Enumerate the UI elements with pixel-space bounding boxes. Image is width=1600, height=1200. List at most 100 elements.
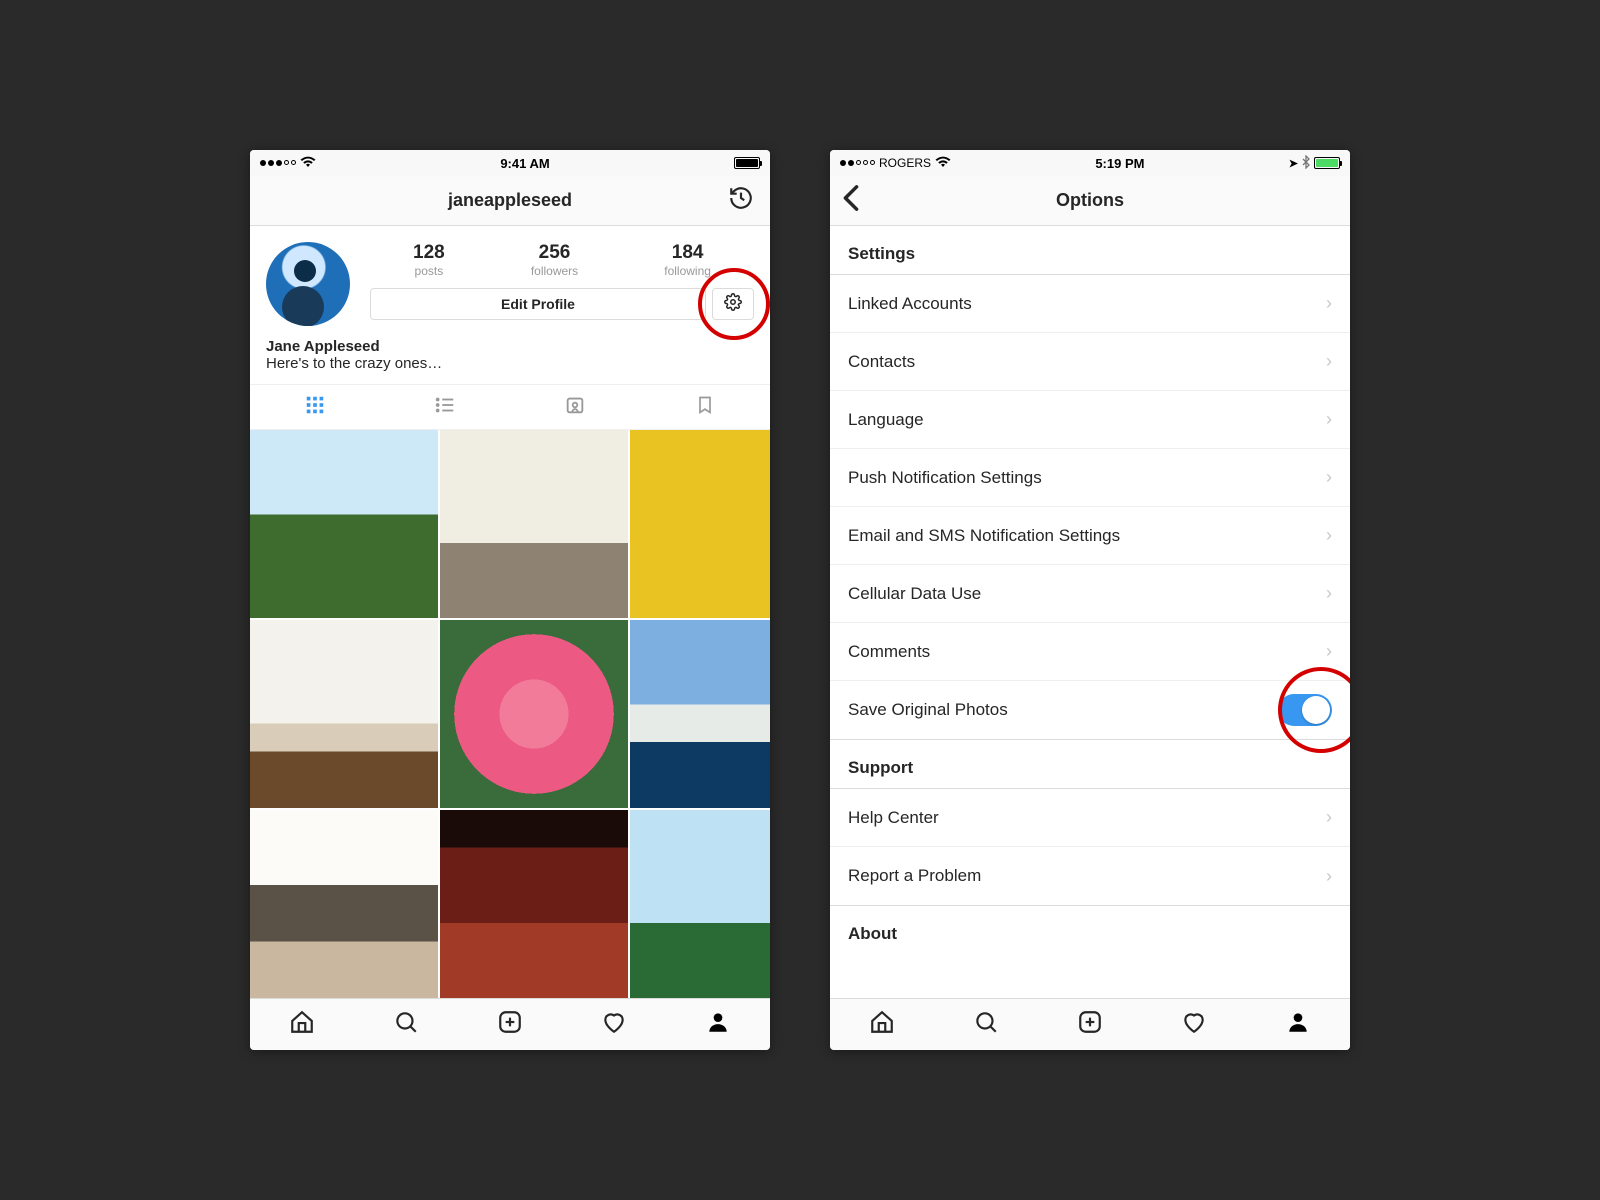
back-button[interactable] [842,184,860,217]
signal-dots-icon [260,160,296,166]
chevron-right-icon: › [1326,351,1332,372]
profile-screen: 9:41 AM janeappleseed 128 posts 256 foll… [250,150,770,1050]
bio-text: Here's to the crazy ones… [266,355,754,372]
row-save-original-photos[interactable]: Save Original Photos [830,681,1350,739]
tab-search[interactable] [972,1011,1000,1039]
row-help-center[interactable]: Help Center› [830,789,1350,847]
row-push-notifications[interactable]: Push Notification Settings › [830,449,1350,507]
tab-add[interactable] [1076,1011,1104,1039]
row-label: Push Notification Settings [848,468,1042,488]
posts-count: 128 [413,242,445,264]
chevron-right-icon: › [1326,583,1332,604]
photo-thumbnail[interactable] [440,430,628,618]
photo-thumbnail[interactable] [630,620,770,808]
posts-label: posts [413,264,445,278]
row-label: Language [848,410,924,430]
row-label: Comments [848,642,930,662]
chevron-right-icon: › [1326,293,1332,314]
row-label: Cellular Data Use [848,584,981,604]
home-icon [869,1009,895,1040]
page-title: janeappleseed [448,190,572,211]
tab-home[interactable] [868,1011,896,1039]
photo-thumbnail[interactable] [630,430,770,618]
list-icon [434,394,456,421]
row-linked-accounts[interactable]: Linked Accounts › [830,275,1350,333]
followers-label: followers [531,264,578,278]
display-name: Jane Appleseed [266,338,754,355]
photo-thumbnail[interactable] [250,430,438,618]
followers-count: 256 [531,242,578,264]
photo-thumbnail[interactable] [250,620,438,808]
settings-button[interactable] [712,288,754,320]
profile-icon [705,1009,731,1040]
nav-bar: janeappleseed [250,176,770,226]
home-icon [289,1009,315,1040]
row-label: Save Original Photos [848,700,1008,720]
chevron-right-icon: › [1326,409,1332,430]
bottom-tab-bar [830,998,1350,1050]
status-bar: 9:41 AM [250,150,770,176]
tab-saved[interactable] [640,385,770,429]
tab-profile[interactable] [704,1011,732,1039]
row-label: Contacts [848,352,915,372]
tab-activity[interactable] [1180,1011,1208,1039]
tab-home[interactable] [288,1011,316,1039]
edit-profile-button[interactable]: Edit Profile [370,288,706,320]
grid-icon [304,394,326,421]
heart-icon [601,1009,627,1040]
signal-dots-icon [840,160,875,166]
add-icon [1077,1009,1103,1040]
row-contacts[interactable]: Contacts › [830,333,1350,391]
status-time: 5:19 PM [1095,156,1144,171]
bookmark-icon [695,393,715,422]
section-header-settings: Settings [830,226,1350,274]
following-count: 184 [664,242,711,264]
tagged-icon [564,394,586,421]
tab-add[interactable] [496,1011,524,1039]
row-label: Report a Problem [848,866,981,886]
options-screen: ROGERS 5:19 PM ➤ Options Settings Linked… [830,150,1350,1050]
chevron-right-icon: › [1326,467,1332,488]
avatar[interactable] [266,242,350,326]
row-comments[interactable]: Comments › [830,623,1350,681]
row-report-problem[interactable]: Report a Problem› [830,847,1350,905]
history-icon[interactable] [728,185,754,216]
tab-grid[interactable] [250,385,380,429]
photo-thumbnail[interactable] [440,810,628,998]
row-email-sms-notifications[interactable]: Email and SMS Notification Settings › [830,507,1350,565]
photo-thumbnail[interactable] [250,810,438,998]
following-label: following [664,264,711,278]
profile-icon [1285,1009,1311,1040]
tab-list[interactable] [380,385,510,429]
chevron-right-icon: › [1326,525,1332,546]
heart-icon [1181,1009,1207,1040]
row-language[interactable]: Language › [830,391,1350,449]
search-icon [393,1009,419,1040]
row-label: Linked Accounts [848,294,972,314]
chevron-right-icon: › [1326,641,1332,662]
carrier-label: ROGERS [879,156,931,170]
status-bar: ROGERS 5:19 PM ➤ [830,150,1350,176]
photo-thumbnail[interactable] [440,620,628,808]
battery-icon [734,157,760,169]
tab-search[interactable] [392,1011,420,1039]
tab-activity[interactable] [600,1011,628,1039]
row-label: Help Center [848,808,939,828]
toggle-save-original[interactable] [1278,694,1332,726]
bluetooth-icon [1302,155,1310,172]
wifi-icon [935,156,951,171]
row-cellular-data[interactable]: Cellular Data Use › [830,565,1350,623]
photo-grid [250,430,770,998]
section-header-about: About [830,906,1350,954]
stat-posts[interactable]: 128 posts [413,242,445,278]
tab-tagged[interactable] [510,385,640,429]
nav-bar: Options [830,176,1350,226]
battery-icon [1314,157,1340,169]
row-label: Email and SMS Notification Settings [848,526,1120,546]
location-icon: ➤ [1289,157,1298,170]
photo-thumbnail[interactable] [630,810,770,998]
wifi-icon [300,156,316,171]
tab-profile[interactable] [1284,1011,1312,1039]
stat-followers[interactable]: 256 followers [531,242,578,278]
stat-following[interactable]: 184 following [664,242,711,278]
